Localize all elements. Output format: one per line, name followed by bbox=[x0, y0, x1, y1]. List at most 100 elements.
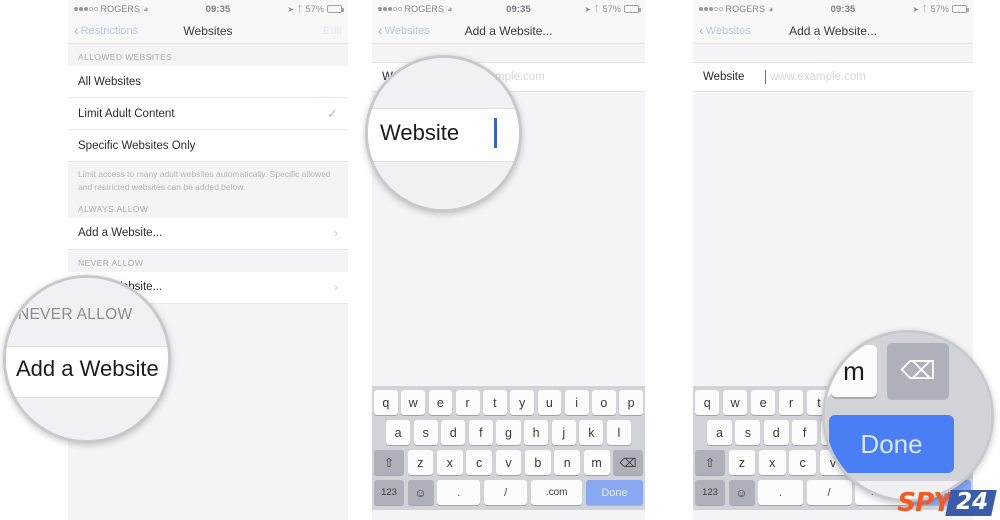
key-y[interactable]: y bbox=[510, 390, 534, 415]
magnified-top-background bbox=[368, 58, 519, 108]
battery-icon bbox=[624, 5, 641, 13]
magnifier-callout-website-field: Website bbox=[365, 55, 522, 212]
magnifier-callout-never-allow: NEVER ALLOW Add a Website bbox=[3, 275, 171, 443]
status-bar-right: ➤ ᛏ 57% bbox=[287, 4, 344, 14]
key-w[interactable]: w bbox=[401, 390, 425, 415]
carrier-label: ROGERS bbox=[100, 4, 141, 14]
magnified-row-label: Add a Website bbox=[16, 356, 159, 381]
done-button[interactable]: Done bbox=[585, 480, 643, 505]
website-input-placeholder: www.example.com bbox=[770, 71, 866, 83]
key-d[interactable]: d bbox=[441, 420, 466, 445]
on-screen-keyboard: q w e r t y u i o p a s d f g h j k l bbox=[372, 386, 645, 510]
status-bar: ROGERS ◕ 09:35 ➤ ᛏ 57% bbox=[68, 0, 348, 18]
website-field-row[interactable]: Website www.example.com bbox=[693, 62, 973, 92]
key-z[interactable]: z bbox=[407, 450, 434, 475]
location-arrow-icon: ➤ bbox=[584, 4, 592, 14]
key-s[interactable]: s bbox=[413, 420, 438, 445]
key-a[interactable]: a bbox=[386, 420, 411, 445]
text-cursor bbox=[765, 70, 766, 84]
website-field-label: Website bbox=[703, 71, 745, 83]
key-o[interactable]: o bbox=[592, 390, 616, 415]
key-z[interactable]: z bbox=[728, 450, 756, 475]
key-c[interactable]: c bbox=[466, 450, 493, 475]
key-dotcom[interactable]: .com bbox=[530, 480, 583, 505]
magnified-done-button: Done bbox=[829, 415, 954, 473]
key-r[interactable]: r bbox=[455, 390, 480, 415]
key-r[interactable]: r bbox=[778, 390, 804, 415]
backspace-icon[interactable]: ⌫ bbox=[613, 450, 644, 475]
status-bar-right: ➤ ᛏ 57% bbox=[912, 4, 969, 14]
key-f[interactable]: f bbox=[468, 420, 493, 445]
key-slash[interactable]: / bbox=[483, 480, 528, 505]
section-header-never-allow: NEVER ALLOW bbox=[78, 257, 144, 268]
key-d[interactable]: d bbox=[763, 420, 789, 445]
shift-icon[interactable]: ⇧ bbox=[374, 450, 404, 475]
key-period[interactable]: . bbox=[758, 480, 803, 505]
key-v[interactable]: v bbox=[495, 450, 522, 475]
key-f[interactable]: f bbox=[792, 420, 818, 445]
status-bar-left: ROGERS ◕ bbox=[74, 4, 149, 14]
status-bar-left: ROGERS ◕ bbox=[378, 4, 453, 14]
key-l[interactable]: l bbox=[606, 420, 631, 445]
magnified-bottom-background bbox=[368, 162, 519, 209]
list-item-specific-websites-only[interactable]: Specific Websites Only bbox=[68, 130, 348, 162]
key-x[interactable]: x bbox=[436, 450, 463, 475]
bluetooth-icon: ᛏ bbox=[594, 4, 600, 14]
shift-icon[interactable]: ⇧ bbox=[695, 450, 725, 475]
key-c[interactable]: c bbox=[789, 450, 817, 475]
numbers-key[interactable]: 123 bbox=[374, 480, 404, 505]
list-item-limit-adult-content[interactable]: Limit Adult Content ✓ bbox=[68, 98, 348, 130]
key-q[interactable]: q bbox=[694, 390, 720, 415]
location-arrow-icon: ➤ bbox=[287, 4, 295, 14]
list-item-all-websites[interactable]: All Websites bbox=[68, 66, 348, 98]
location-arrow-icon: ➤ bbox=[912, 4, 920, 14]
status-bar: ROGERS ◕ 09:35 ➤ ᛏ 57% bbox=[372, 0, 645, 18]
battery-percent-label: 57% bbox=[930, 4, 949, 14]
list-item-always-allow-add-website[interactable]: Add a Website... › bbox=[68, 217, 348, 250]
magnifier-content: Website bbox=[368, 58, 519, 209]
phone-panel-1: ROGERS ◕ 09:35 ➤ ᛏ 57% ‹ Restrictions We… bbox=[68, 0, 348, 520]
chevron-right-icon: › bbox=[334, 226, 338, 240]
key-j[interactable]: j bbox=[551, 420, 576, 445]
key-k[interactable]: k bbox=[579, 420, 604, 445]
magnified-text-cursor bbox=[494, 118, 497, 148]
magnified-key-m: m bbox=[831, 345, 877, 397]
key-e[interactable]: e bbox=[428, 390, 453, 415]
status-bar: ROGERS ◕ 09:35 ➤ ᛏ 57% bbox=[693, 0, 973, 18]
magnified-footer-background bbox=[6, 398, 168, 440]
chevron-right-icon: › bbox=[334, 280, 338, 294]
key-g[interactable]: g bbox=[496, 420, 521, 445]
key-n[interactable]: n bbox=[554, 450, 581, 475]
signal-strength-icon bbox=[74, 7, 98, 11]
key-q[interactable]: q bbox=[374, 390, 398, 415]
key-h[interactable]: h bbox=[524, 420, 549, 445]
key-e[interactable]: e bbox=[750, 390, 776, 415]
back-button[interactable]: ‹ Restrictions bbox=[74, 23, 138, 37]
key-s[interactable]: s bbox=[735, 420, 761, 445]
emoji-icon[interactable]: ☺ bbox=[728, 480, 755, 505]
key-i[interactable]: i bbox=[564, 390, 589, 415]
key-t[interactable]: t bbox=[483, 390, 507, 415]
edit-button[interactable]: Edit bbox=[323, 25, 342, 37]
back-button[interactable]: ‹ Websites bbox=[378, 23, 430, 37]
back-button[interactable]: ‹ Websites bbox=[699, 22, 751, 38]
key-x[interactable]: x bbox=[758, 450, 786, 475]
key-b[interactable]: b bbox=[524, 450, 551, 475]
keyboard-row-1: q w e r t y u i o p bbox=[374, 390, 643, 415]
magnified-section-header: NEVER ALLOW bbox=[18, 306, 133, 323]
navigation-bar: ‹ Websites Add a Website... bbox=[693, 18, 973, 44]
list-item-label: Add a Website... bbox=[78, 227, 163, 239]
emoji-icon[interactable]: ☺ bbox=[407, 480, 434, 505]
back-button-label: Websites bbox=[705, 24, 751, 37]
key-m[interactable]: m bbox=[583, 450, 610, 475]
key-w[interactable]: w bbox=[722, 390, 748, 415]
numbers-key[interactable]: 123 bbox=[695, 480, 725, 505]
chevron-left-icon: ‹ bbox=[699, 22, 704, 38]
checkmark-icon: ✓ bbox=[327, 105, 338, 121]
key-a[interactable]: a bbox=[707, 420, 732, 445]
clock-label: 09:35 bbox=[830, 3, 856, 15]
key-u[interactable]: u bbox=[537, 390, 562, 415]
key-period[interactable]: . bbox=[437, 480, 481, 505]
signal-strength-icon bbox=[699, 7, 723, 11]
key-p[interactable]: p bbox=[619, 390, 643, 415]
